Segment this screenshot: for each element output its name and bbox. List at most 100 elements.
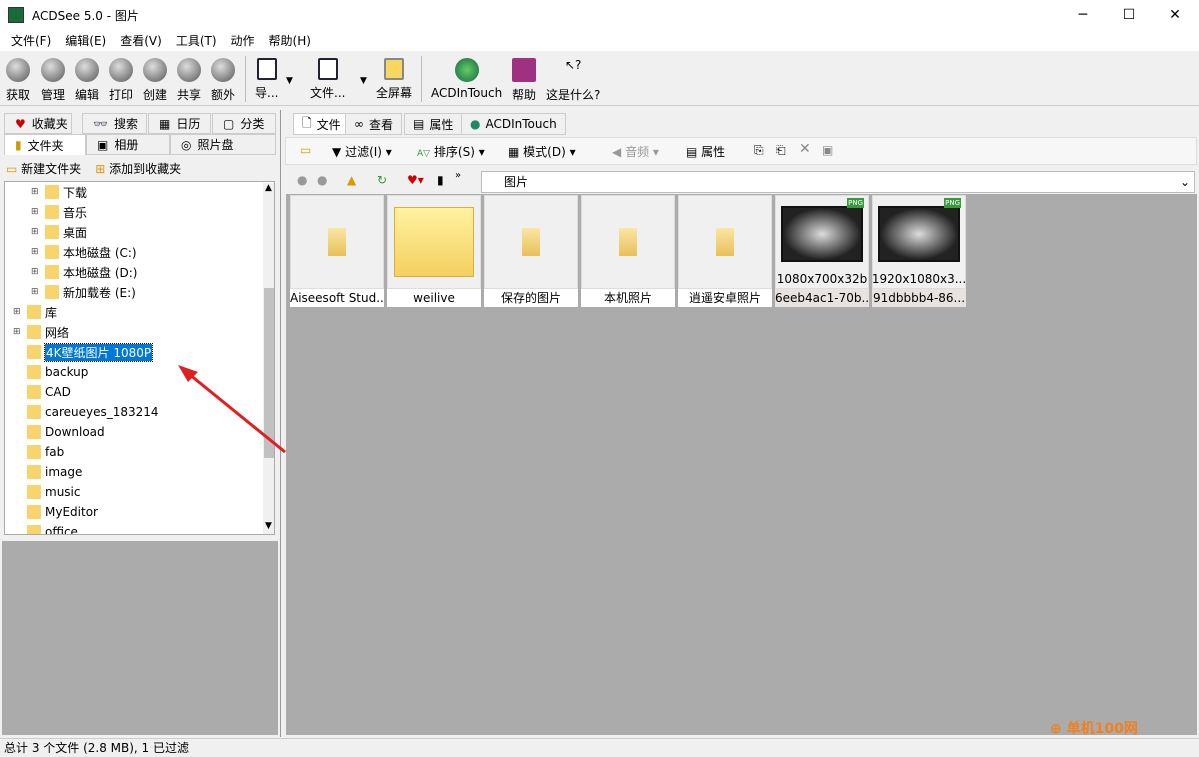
expand-icon[interactable]: ⊞ [31,287,41,297]
tree-item[interactable]: fab [13,443,64,461]
menu-file[interactable]: 文件(F) [4,32,58,49]
scroll-down-icon[interactable]: ▼ [265,521,272,531]
refresh-icon[interactable]: ↻ [377,173,387,187]
expand-icon[interactable]: ⊞ [31,247,41,257]
create-button[interactable]: 创建 [143,58,167,103]
tab-calendar[interactable]: ▦ 日历 [148,113,211,134]
tab-photo-discs[interactable]: ◎ 照片盘 [170,134,276,155]
address-bar[interactable]: 图片 ⌄ [481,171,1195,193]
add-to-favorites-button[interactable]: ⊞ 添加到收藏夹 [95,160,181,177]
copy-icon[interactable]: ⎘ [754,143,764,158]
file-item[interactable]: PNG 1920x1080x3... 91dbbbb4-86... [872,195,966,307]
favorites-icon[interactable]: ♥▾ [407,173,424,187]
sort-button[interactable]: A▽ 排序(S) ▾ [417,143,485,160]
edit-button[interactable]: 编辑 [75,58,99,103]
forward-icon[interactable]: ● [317,173,327,187]
mode-button[interactable]: ▦ 模式(D) ▾ [508,143,576,160]
file-item[interactable]: weilive [387,195,481,307]
tab-categories[interactable]: ▢ 分类 [212,113,276,134]
file-item[interactable]: 保存的图片 [484,195,578,307]
close-button[interactable]: ✕ [1152,0,1198,30]
expand-icon[interactable]: ⊞ [13,307,23,317]
tree-item[interactable]: backup [13,363,88,381]
properties-button[interactable]: ▤ 属性 [686,143,725,160]
move-icon[interactable]: ⎗ [776,143,786,158]
print-button[interactable]: 打印 [109,58,133,103]
more-icon[interactable]: » [455,170,461,181]
whats-this-button[interactable]: ↖? 这是什么? [546,58,600,103]
navigator-label: 导... [255,86,279,100]
tree-item[interactable]: ⊞ 桌面 [31,223,87,241]
acdintouch-button[interactable]: ACDInTouch [431,58,502,100]
tree-item[interactable]: Download [13,423,105,441]
folder-tree[interactable]: ⊞ 下载 ⊞ 音乐 ⊞ 桌面 ⊞ 本地磁盘 (C:) ⊞ 本地磁盘 (D:) ⊞ 新加载卷 (E:) ⊞… [4,181,275,535]
expand-icon[interactable]: ⊞ [31,267,41,277]
navigator-button[interactable]: 导... [255,58,278,101]
view-icon[interactable]: ▮ [437,173,444,187]
tree-item[interactable]: ⊞ 本地磁盘 (D:) [31,263,137,281]
tree-item[interactable]: ⊞ 库 [13,303,57,321]
file-item[interactable]: 逍遥安卓照片 [678,195,772,307]
up-folder-icon[interactable]: ▭ [300,143,311,157]
file-item[interactable]: Aiseesoft Stud... [290,195,384,307]
tree-item[interactable]: music [13,483,80,501]
chevron-down-icon[interactable]: ▼ [360,76,367,86]
fullscreen-button[interactable]: 全屏幕 [376,58,412,101]
tree-scrollbar[interactable]: ▲ ▼ [263,183,274,534]
tree-item-label: backup [45,365,89,379]
expand-icon[interactable]: ⊞ [31,187,41,197]
menu-edit[interactable]: 编辑(E) [58,32,113,49]
tab-albums[interactable]: ▣ 相册 [86,134,170,155]
chevron-down-icon[interactable]: ⌄ [1180,172,1190,192]
manage-button[interactable]: 管理 [41,58,65,103]
share-button[interactable]: 共享 [177,58,201,103]
tree-item[interactable]: 4K壁纸图片 1080P [13,342,154,362]
file-item[interactable]: PNG 1080x700x32b 6eeb4ac1-70b... [775,195,869,307]
menu-view[interactable]: 查看(V) [113,32,169,49]
minimize-button[interactable]: ─ [1060,0,1106,30]
acquire-button[interactable]: 获取 [6,58,30,103]
tree-item[interactable]: CAD [13,383,71,401]
filter-button[interactable]: ▼ 过滤(I) ▾ [332,143,392,160]
tree-item[interactable]: office [13,523,78,534]
extra-button[interactable]: 额外 [211,58,235,103]
tab-search[interactable]: 👓 搜索 [82,113,147,134]
audio-button[interactable]: ◀ 音频 ▾ [612,143,659,160]
folder-icon [27,465,41,479]
tree-item[interactable]: ⊞ 本地磁盘 (C:) [31,243,137,261]
folder-icon [45,205,59,219]
tree-item[interactable]: image [13,463,82,481]
chevron-down-icon[interactable]: ▼ [286,76,293,86]
maximize-button[interactable]: ☐ [1106,0,1152,30]
tab-folders[interactable]: ▮ 文件夹 [4,134,86,155]
delete-icon[interactable]: ✕ [799,141,811,157]
address-row: ● ● ▲ ↻ ♥▾ ▮ » 图片 ⌄ [285,170,1197,194]
tab-files[interactable]: 🗋 文件 [293,113,350,135]
expand-icon[interactable]: ⊞ [31,227,41,237]
parent-folder-icon[interactable]: ▲ [347,173,356,187]
new-folder-button[interactable]: ▭ 新建文件夹 [6,160,81,177]
tree-item[interactable]: MyEditor [13,503,98,521]
tree-item[interactable]: ⊞ 下载 [31,183,87,201]
tab-favorites[interactable]: ♥ 收藏夹 [4,113,72,134]
menu-actions[interactable]: 动作 [224,32,262,49]
scroll-up-icon[interactable]: ▲ [265,183,272,193]
expand-icon[interactable]: ⊞ [13,327,23,337]
tab-label: 日历 [176,117,201,131]
files-button[interactable]: 文件... [310,58,345,101]
menu-tools[interactable]: 工具(T) [169,32,224,49]
tab-properties[interactable]: ▤ 属性 [404,113,463,135]
tab-view[interactable]: ∞ 查看 [345,113,403,135]
tree-item-label: 库 [45,305,58,320]
tree-item[interactable]: ⊞ 音乐 [31,203,87,221]
menu-help[interactable]: 帮助(H) [262,32,318,49]
tab-acdintouch[interactable]: ● ACDInTouch [461,113,566,135]
rename-icon[interactable]: ▣ [822,143,833,157]
expand-icon[interactable]: ⊞ [31,207,41,217]
help-button[interactable]: 帮助 [512,58,536,103]
tree-item[interactable]: ⊞ 新加载卷 (E:) [31,283,136,301]
tree-item[interactable]: ⊞ 网络 [13,323,69,341]
tree-item[interactable]: careueyes_183214 [13,403,159,421]
file-item[interactable]: 本机照片 [581,195,675,307]
back-icon[interactable]: ● [297,173,307,187]
